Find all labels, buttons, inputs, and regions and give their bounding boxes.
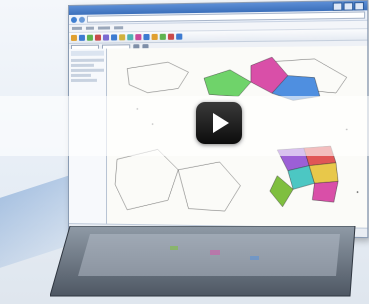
tool-icon[interactable]	[143, 33, 150, 41]
map-boundary	[178, 162, 240, 212]
tool-icon[interactable]	[78, 34, 85, 41]
map-boundary	[127, 62, 188, 93]
tool-icon[interactable]	[151, 33, 158, 41]
menu-item[interactable]	[114, 26, 124, 30]
tool-icon[interactable]	[119, 34, 126, 41]
layer-item[interactable]	[70, 68, 104, 72]
tool-icon[interactable]	[159, 33, 166, 40]
video-overlay-band	[0, 96, 369, 156]
screen-reflection	[78, 234, 340, 276]
tool-icon[interactable]	[111, 34, 118, 41]
window-title	[72, 6, 333, 10]
map-region	[270, 176, 293, 207]
menu-item[interactable]	[71, 26, 82, 30]
layer-item[interactable]	[70, 63, 95, 67]
tool-icon[interactable]	[70, 34, 77, 41]
layer-item[interactable]	[70, 73, 91, 77]
map-point	[356, 191, 359, 193]
reflection-detail	[210, 250, 220, 255]
forward-icon[interactable]	[78, 16, 85, 23]
tool-icon[interactable]	[102, 34, 110, 41]
maximize-icon[interactable]	[343, 1, 354, 11]
tool-icon[interactable]	[86, 34, 93, 41]
video-thumbnail	[0, 0, 369, 304]
tool-icon[interactable]	[135, 34, 142, 41]
reflection-detail	[250, 256, 259, 260]
map-region	[204, 70, 251, 97]
tool-icon[interactable]	[94, 34, 101, 41]
play-button[interactable]	[196, 102, 242, 144]
layers-panel-header	[70, 50, 104, 56]
minimize-icon[interactable]	[332, 1, 343, 11]
laptop-keyboard-reflection	[50, 226, 356, 297]
back-icon[interactable]	[70, 16, 77, 23]
menu-item[interactable]	[85, 26, 94, 30]
map-region	[309, 163, 338, 184]
reflection-detail	[170, 246, 178, 250]
tool-icon[interactable]	[127, 34, 134, 41]
tool-icon[interactable]	[176, 33, 183, 40]
close-icon[interactable]	[354, 1, 365, 11]
tool-icon[interactable]	[167, 33, 175, 40]
play-icon	[213, 113, 229, 133]
menu-item[interactable]	[97, 26, 111, 30]
layer-item[interactable]	[70, 78, 98, 82]
map-boundary	[115, 149, 178, 210]
map-region	[312, 181, 338, 202]
window-controls	[332, 1, 365, 11]
layer-item[interactable]	[70, 58, 104, 62]
